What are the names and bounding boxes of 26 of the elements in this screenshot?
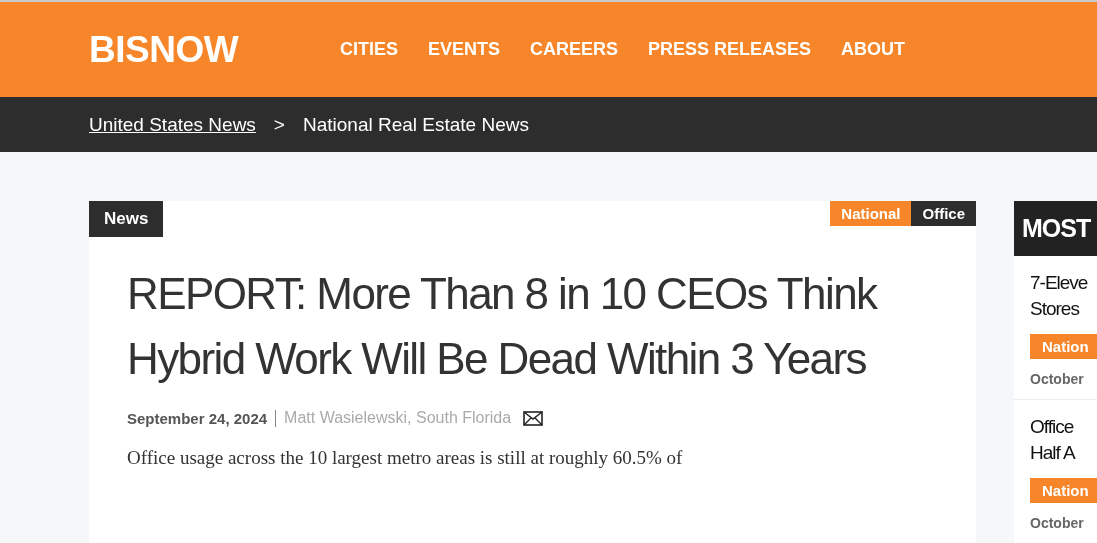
article-headline: REPORT: More Than 8 in 10 CEOs Think Hybrid Work Will Be Dead Within 3 Years [127, 268, 879, 385]
sidebar-title: MOST [1014, 201, 1097, 256]
section-label: News [89, 201, 164, 237]
nav-link[interactable]: CAREERS [530, 39, 619, 60]
article-paragraph: Office usage across the 10 largest metro areas is still at roughly 60.5% of [127, 447, 684, 469]
category-tag[interactable]: Office [911, 201, 976, 226]
site-logo[interactable]: BISNOW [89, 28, 340, 71]
story-title[interactable]: Stores [1030, 296, 1097, 322]
story-date: October [1030, 515, 1085, 531]
author-byline: Matt Wasielewski, South Florida [283, 409, 512, 427]
story-date: October [1030, 371, 1085, 387]
story-title[interactable]: Office [1030, 414, 1097, 440]
mail-icon[interactable] [523, 410, 544, 426]
category-tag[interactable]: Nation [1030, 334, 1097, 359]
publish-date: September 24, 2024 [127, 409, 277, 427]
nav-link[interactable]: ABOUT [841, 39, 906, 60]
story-title[interactable]: Half A [1030, 440, 1097, 466]
nav-link[interactable]: PRESS RELEASES [648, 39, 812, 60]
nav-link[interactable]: CITIES [340, 39, 398, 60]
breadcrumb-current: National Real Estate News [302, 113, 529, 136]
breadcrumb-separator: > [273, 113, 285, 136]
category-tag[interactable]: National [830, 201, 912, 226]
nav-link[interactable]: EVENTS [428, 39, 501, 60]
story-title[interactable]: 7-Eleve [1030, 270, 1097, 296]
category-tag[interactable]: Nation [1030, 478, 1097, 503]
breadcrumb-link[interactable]: United States News [89, 113, 256, 136]
